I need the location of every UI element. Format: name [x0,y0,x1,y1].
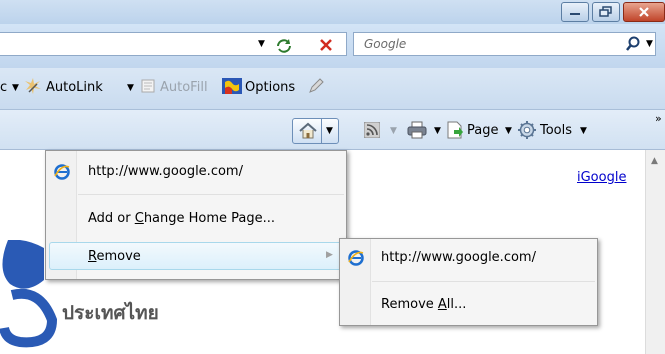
autolink-dropdown-icon[interactable]: ▼ [127,83,134,93]
search-icon[interactable] [625,36,641,52]
ie-page-icon [54,164,70,180]
autolink-button[interactable]: AutoLink [46,80,103,95]
feeds-icon[interactable] [364,122,380,138]
scroll-up-icon[interactable]: ▲ [651,156,658,166]
pencil-icon[interactable] [307,77,325,95]
gear-icon [518,121,536,139]
ie-page-icon [348,250,364,266]
autofill-button[interactable]: AutoFill [160,80,208,95]
menu-separator [372,281,595,282]
feeds-dropdown-icon[interactable]: ▼ [390,126,397,136]
remove-all-item[interactable]: Remove All... [381,297,466,312]
remove-submenu: http://www.google.com/ Remove All... [339,238,598,326]
logo-subtitle: ประเทศไทย [62,302,159,324]
tools-menu-button[interactable]: Tools [540,123,572,138]
restore-button[interactable] [592,2,620,22]
submenu-arrow-icon: ▶ [326,250,333,260]
search-dropdown-icon[interactable]: ▼ [646,39,653,49]
toolbar-overflow-chevron[interactable]: » [655,112,662,125]
links-toolbar: c ▼ AutoLink ▼ AutoFill Options [0,68,665,110]
change-mnemonic: C [134,211,144,226]
address-dropdown-icon[interactable]: ▼ [258,39,265,49]
home-button[interactable] [292,118,322,144]
home-dropdown-menu: http://www.google.com/ Add or Change Hom… [45,150,347,280]
title-bar [0,0,665,24]
search-input[interactable]: Google ▼ [353,32,656,56]
search-placeholder: Google [364,37,407,51]
menu-separator [78,194,344,195]
address-bar-row: ▼ Google ▼ [0,24,665,68]
all-mnemonic: A [437,297,447,312]
close-icon [639,7,649,17]
page-menu-button[interactable]: Page [467,123,498,138]
page-dropdown-icon[interactable]: ▼ [505,126,512,136]
autofill-icon [141,79,155,93]
print-dropdown-icon[interactable]: ▼ [434,126,441,136]
page-icon [447,121,463,139]
home-icon [299,122,317,139]
add-change-home-page-item[interactable]: Add or Change Home Page... [88,211,275,226]
tools-dropdown-icon[interactable]: ▼ [580,126,587,136]
close-window-button[interactable] [623,2,665,22]
refresh-icon[interactable] [275,37,293,53]
truncated-toolbar-label[interactable]: c [0,80,7,95]
options-button[interactable]: Options [245,80,295,95]
igoogle-link[interactable]: iGoogle [577,170,626,185]
remove-mnemonic: R [88,249,97,264]
chevron-down-icon[interactable]: ▼ [12,83,19,93]
options-icon [222,78,242,94]
autolink-icon [25,78,41,94]
restore-icon [599,6,612,17]
address-input[interactable]: ▼ [0,32,347,56]
stop-icon[interactable] [318,37,334,53]
home-menu-item-google[interactable]: http://www.google.com/ [88,164,243,179]
print-icon[interactable] [407,121,427,139]
home-dropdown-button[interactable]: ▼ [321,118,339,144]
minimize-icon [570,13,580,15]
remove-google-item[interactable]: http://www.google.com/ [381,250,536,265]
minimize-button[interactable] [561,2,589,22]
chevron-down-icon: ▼ [326,126,333,136]
scrollbar[interactable]: ▲ [645,150,665,354]
remove-menu-item[interactable]: Remove [88,249,141,264]
